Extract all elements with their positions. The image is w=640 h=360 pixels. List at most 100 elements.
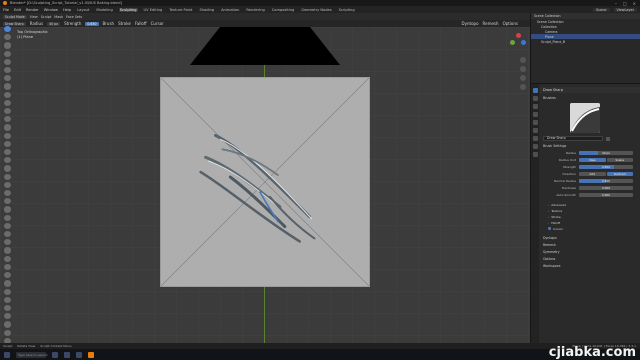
paint-brush-icon[interactable]	[3, 263, 11, 271]
direction-add[interactable]: Add	[579, 171, 606, 176]
tab-sculpting[interactable]: Sculpting	[118, 7, 138, 12]
pose-brush-icon[interactable]	[3, 181, 11, 189]
tab-scripting[interactable]: Scripting	[338, 8, 356, 12]
modifier-tab-icon[interactable]	[532, 144, 538, 149]
tab-geometry-nodes[interactable]: Geometry Nodes	[300, 8, 332, 12]
cursor-popover[interactable]: Cursor	[151, 21, 164, 26]
layer-brush-icon[interactable]	[3, 67, 11, 74]
section-symmetry[interactable]: Symmetry	[540, 249, 640, 254]
box-mask-icon[interactable]	[3, 280, 11, 287]
tab-rendering[interactable]: Rendering	[245, 8, 265, 12]
radius-field[interactable]: 40 px	[47, 21, 61, 26]
clay-strips-brush-icon[interactable]	[3, 50, 11, 57]
tab-layout[interactable]: Layout	[76, 8, 90, 12]
direction-subtract[interactable]: Subtract	[606, 171, 633, 176]
remesh-popover[interactable]: Remesh	[483, 21, 499, 26]
checkbox-checked-icon[interactable]	[548, 227, 551, 230]
explorer-icon[interactable]	[64, 351, 70, 358]
radius-unit-view[interactable]: View	[579, 157, 606, 162]
mode-selector[interactable]: Sculpt Mode	[3, 14, 27, 19]
tab-uv-editing[interactable]: UV Editing	[143, 8, 164, 12]
normal-radius-slider[interactable]: 0.500	[579, 178, 633, 183]
tab-shading[interactable]: Shading	[198, 8, 215, 12]
output-tab-icon[interactable]	[532, 104, 538, 109]
outliner-row-sculpt-plane-b[interactable]: Sculpt_Plane_B	[531, 39, 640, 44]
multiplane-scrape-brush-icon[interactable]	[3, 132, 11, 139]
draw-brush-icon[interactable]	[3, 26, 11, 33]
start-menu-icon[interactable]	[4, 351, 10, 358]
tab-animation[interactable]: Animation	[220, 8, 240, 12]
world-tab-icon[interactable]	[532, 128, 538, 133]
blob-brush-icon[interactable]	[3, 83, 11, 90]
cloth-brush-icon[interactable]	[3, 222, 11, 230]
thumb-brush-icon[interactable]	[3, 173, 11, 180]
view-layer-selector[interactable]: ViewLayer	[613, 7, 637, 12]
taskbar-search-input[interactable]: Type here to search	[16, 351, 48, 358]
box-hide-icon[interactable]	[3, 288, 11, 295]
snake-hook-brush-icon[interactable]	[3, 165, 11, 172]
menu-face-sets[interactable]: Face Sets	[66, 15, 82, 19]
brush-selector[interactable]: Draw Sharp	[3, 21, 26, 26]
stroke-popover[interactable]: Stroke	[118, 21, 131, 26]
tool-tab-icon[interactable]	[532, 88, 538, 93]
scene-tab-icon[interactable]	[532, 120, 538, 125]
clay-brush-icon[interactable]	[3, 42, 11, 49]
gizmo-y-icon[interactable]	[510, 40, 515, 45]
brush-preview-thumbnail[interactable]	[570, 103, 600, 133]
3d-viewport[interactable]: Top Orthographic (1) Plane	[0, 27, 530, 343]
subpanel-advanced[interactable]: › Advanced	[540, 202, 640, 207]
mask-brush-icon[interactable]	[3, 239, 11, 246]
blender-taskbar-icon[interactable]	[88, 351, 94, 358]
scrape-brush-icon[interactable]	[3, 124, 11, 131]
move-transform-icon[interactable]	[3, 329, 11, 336]
subpanel-cursor[interactable]: Cursor	[540, 226, 640, 231]
menu-sculpt[interactable]: Sculpt	[41, 15, 52, 19]
section-workspace[interactable]: Workspace	[540, 263, 640, 268]
material-tab-icon[interactable]	[532, 152, 538, 157]
smear-brush-icon[interactable]	[3, 272, 11, 279]
line-project-icon[interactable]	[3, 313, 11, 320]
menu-view[interactable]: View	[30, 15, 38, 19]
menu-file[interactable]: File	[3, 8, 9, 12]
menu-mask[interactable]: Mask	[54, 15, 63, 19]
object-tab-icon[interactable]	[532, 136, 538, 141]
slide-relax-brush-icon[interactable]	[3, 206, 11, 213]
strength-slider[interactable]: 0.650	[579, 164, 633, 169]
flatten-brush-icon[interactable]	[3, 108, 11, 115]
pinch-brush-icon[interactable]	[3, 140, 11, 148]
zoom-icon[interactable]	[520, 57, 526, 63]
box-trim-icon[interactable]	[3, 304, 11, 312]
pan-hand-icon[interactable]	[520, 66, 526, 72]
subpanel-falloff[interactable]: › Falloff	[540, 220, 640, 225]
brushes-panel-header[interactable]: Brushes	[540, 95, 640, 100]
brush-popover[interactable]: Brush	[103, 21, 115, 26]
crease-brush-icon[interactable]	[3, 91, 11, 98]
brush-settings-header[interactable]: Brush Settings	[540, 143, 640, 148]
radius-unit-scene[interactable]: Scene	[606, 157, 633, 162]
gizmo-z-icon[interactable]	[521, 40, 526, 45]
options-popover[interactable]: Options	[503, 21, 518, 26]
gizmo-x-icon[interactable]	[516, 33, 521, 38]
boundary-brush-icon[interactable]	[3, 214, 11, 221]
smooth-brush-icon[interactable]	[3, 99, 11, 107]
menu-render[interactable]: Render	[26, 8, 39, 12]
close-button[interactable]: ×	[633, 1, 636, 6]
tab-modeling[interactable]: Modeling	[95, 8, 113, 12]
strength-field[interactable]: 0.650	[85, 21, 99, 26]
browser-icon[interactable]	[76, 351, 82, 358]
view-layer-tab-icon[interactable]	[532, 112, 538, 117]
simplify-brush-icon[interactable]	[3, 231, 11, 238]
perspective-grid-icon[interactable]	[520, 84, 526, 90]
inflate-brush-icon[interactable]	[3, 75, 11, 82]
grab-brush-icon[interactable]	[3, 149, 11, 156]
clay-thumb-brush-icon[interactable]	[3, 58, 11, 66]
brush-name-field[interactable]: Draw Sharp	[543, 136, 603, 141]
auto-smooth-slider[interactable]: 0.000	[579, 192, 633, 197]
tab-texture-paint[interactable]: Texture Paint	[168, 8, 193, 12]
box-face-set-icon[interactable]	[3, 296, 11, 303]
draw-sharp-brush-icon[interactable]	[3, 34, 11, 41]
radius-slider[interactable]: 40 px	[579, 150, 633, 155]
render-tab-icon[interactable]	[532, 96, 538, 101]
camera-view-icon[interactable]	[520, 75, 526, 81]
section-options[interactable]: Options	[540, 256, 640, 261]
